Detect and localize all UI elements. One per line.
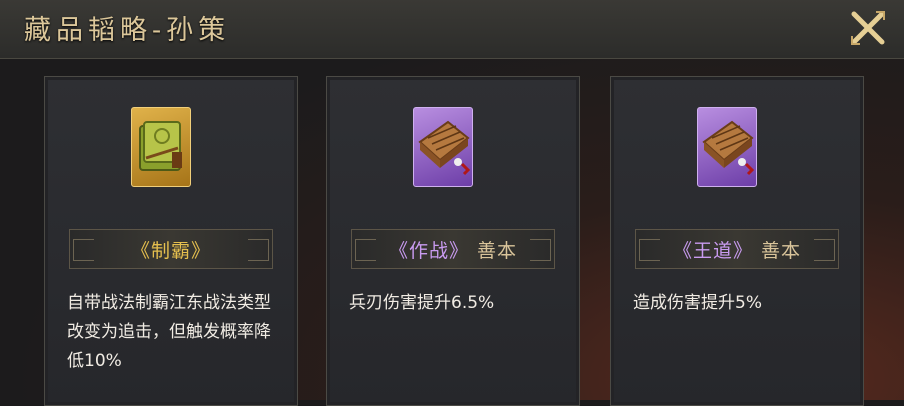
strategy-name-bar: 《制霸》 [69, 229, 273, 269]
gold-scroll-icon [131, 107, 191, 187]
strategy-description: 自带战法制霸江东战法类型改变为追击，但触发概率降低10% [67, 293, 271, 371]
strategy-card-wangdao[interactable]: 《王道》 善本 造成伤害提升5% [610, 76, 864, 406]
purple-book-icon [413, 107, 473, 187]
header-bar: 藏品韬略-孙策 [0, 0, 904, 59]
strategy-description: 造成伤害提升5% [633, 293, 762, 313]
strategy-card-zuozhan[interactable]: 《作战》 善本 兵刃伤害提升6.5% [326, 76, 580, 406]
strategy-description: 兵刃伤害提升6.5% [349, 293, 495, 313]
strategy-quality: 善本 [761, 239, 802, 262]
strategy-name: 《作战》 [388, 239, 469, 262]
strategy-card-zhiba[interactable]: 《制霸》 自带战法制霸江东战法类型改变为追击，但触发概率降低10% [44, 76, 298, 406]
strategy-name-bar: 《王道》 善本 [635, 229, 839, 269]
close-button[interactable] [846, 6, 890, 50]
strategy-name: 《制霸》 [130, 239, 211, 262]
purple-book-icon [697, 107, 757, 187]
close-icon [851, 11, 885, 45]
page-title: 藏品韬略-孙策 [24, 15, 231, 46]
strategy-name-bar: 《作战》 善本 [351, 229, 555, 269]
strategy-name: 《王道》 [672, 239, 753, 262]
strategy-quality: 善本 [477, 239, 518, 262]
